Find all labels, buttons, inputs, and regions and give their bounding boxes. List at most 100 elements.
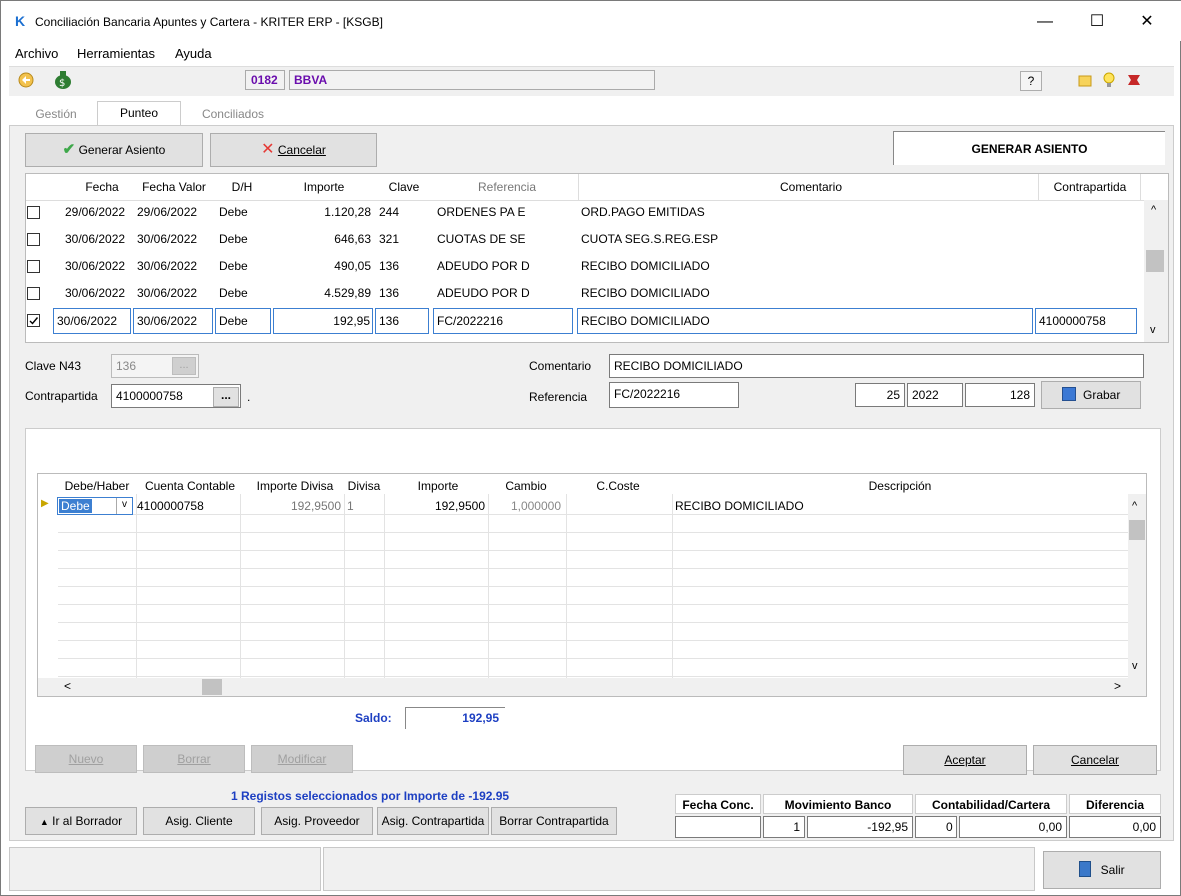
- clave-cell[interactable]: 321: [379, 228, 429, 250]
- grabar-button[interactable]: Grabar: [1041, 381, 1141, 409]
- fecha-valor-cell[interactable]: 30/06/2022: [137, 228, 213, 250]
- col-dh[interactable]: D/H: [218, 174, 266, 200]
- fecha-cell[interactable]: 30/06/2022: [65, 282, 139, 304]
- importe-cell[interactable]: 490,05: [275, 255, 371, 277]
- tab-gestion[interactable]: Gestión: [21, 103, 91, 125]
- dh-cell[interactable]: Debe: [219, 228, 271, 250]
- referencia-cell[interactable]: ADEUDO POR D: [437, 255, 573, 277]
- maximize-button[interactable]: ☐: [1074, 7, 1120, 37]
- comentario-cell[interactable]: RECIBO DOMICILIADO: [581, 282, 1033, 304]
- number-field[interactable]: 128: [965, 383, 1035, 407]
- fecha-valor-cell[interactable]: 30/06/2022: [137, 282, 213, 304]
- clave-browse-button[interactable]: ...: [172, 357, 196, 375]
- comentario-cell[interactable]: ORD.PAGO EMITIDAS: [581, 201, 1033, 223]
- menu-herramientas[interactable]: Herramientas: [77, 46, 155, 61]
- scroll-down-icon[interactable]: v: [1132, 660, 1138, 672]
- money-bag-icon[interactable]: $: [53, 68, 73, 90]
- row-checkbox[interactable]: [27, 206, 40, 219]
- refresh-icon[interactable]: [17, 71, 35, 89]
- asig-cliente-button[interactable]: Asig. Cliente: [143, 807, 255, 835]
- asig-proveedor-button[interactable]: Asig. Proveedor: [261, 807, 373, 835]
- fecha-cell[interactable]: 30/06/2022: [53, 308, 131, 334]
- aceptar-button[interactable]: Aceptar: [903, 745, 1027, 775]
- contrapartida-cell[interactable]: [1039, 282, 1137, 304]
- scroll-up-icon[interactable]: ^: [1132, 500, 1137, 512]
- descripcion-cell[interactable]: RECIBO DOMICILIADO: [675, 495, 804, 517]
- generar-asiento-button[interactable]: ✔ Generar Asiento: [25, 133, 203, 167]
- importe-cell[interactable]: 646,63: [275, 228, 371, 250]
- exit-app-icon[interactable]: [1125, 71, 1143, 89]
- referencia-cell[interactable]: ADEUDO POR D: [437, 282, 573, 304]
- grid2-hscrollbar[interactable]: < >: [38, 678, 1146, 696]
- fecha-cell[interactable]: 30/06/2022: [65, 228, 139, 250]
- lightbulb-icon[interactable]: [1101, 71, 1117, 89]
- col-cuenta[interactable]: Cuenta Contable: [138, 478, 242, 494]
- clave-cell[interactable]: 244: [379, 201, 429, 223]
- referencia-cell[interactable]: CUOTAS DE SE: [437, 228, 573, 250]
- cuenta-cell[interactable]: 4100000758: [137, 495, 204, 517]
- ir-al-borrador-button[interactable]: ▲ Ir al Borrador: [25, 807, 137, 835]
- col-descripcion[interactable]: Descripción: [672, 478, 1128, 494]
- nuevo-button[interactable]: Nuevo: [35, 745, 137, 773]
- importe-cell[interactable]: 1.120,28: [275, 201, 371, 223]
- comentario-cell[interactable]: RECIBO DOMICILIADO: [577, 308, 1033, 334]
- col-fecha-valor[interactable]: Fecha Valor: [138, 174, 210, 200]
- dh-cell[interactable]: Debe: [219, 282, 271, 304]
- row-checkbox[interactable]: [27, 260, 40, 273]
- divisa-cell[interactable]: 1: [347, 495, 354, 517]
- fecha-valor-cell[interactable]: 30/06/2022: [133, 308, 213, 334]
- tab-conciliados[interactable]: Conciliados: [187, 103, 279, 125]
- day-field[interactable]: 25: [855, 383, 905, 407]
- referencia-cell[interactable]: ORDENES PA E: [437, 201, 573, 223]
- col-cambio[interactable]: Cambio: [488, 478, 564, 494]
- referencia-input[interactable]: FC/2022216: [609, 382, 739, 408]
- debe-haber-select[interactable]: Debe v: [57, 497, 133, 515]
- comentario-input[interactable]: RECIBO DOMICILIADO: [609, 354, 1144, 378]
- borrar-contrapartida-button[interactable]: Borrar Contrapartida: [491, 807, 617, 835]
- col-contrapartida[interactable]: Contrapartida: [1040, 174, 1140, 200]
- cancelar-bottom-button[interactable]: Cancelar: [1033, 745, 1157, 775]
- scroll-right-icon[interactable]: >: [1114, 679, 1121, 693]
- close-button[interactable]: ✕: [1124, 7, 1170, 37]
- referencia-cell[interactable]: FC/2022216: [433, 308, 573, 334]
- modificar-button[interactable]: Modificar: [251, 745, 353, 773]
- scroll-left-icon[interactable]: <: [64, 679, 71, 693]
- col-clave[interactable]: Clave N43: [376, 174, 432, 200]
- col-fecha[interactable]: Fecha: [72, 174, 132, 200]
- borrar-button[interactable]: Borrar: [143, 745, 245, 773]
- note-icon[interactable]: [1077, 73, 1093, 89]
- comentario-cell[interactable]: CUOTA SEG.S.REG.ESP: [581, 228, 1033, 250]
- col-debe-haber[interactable]: Debe/Haber: [58, 478, 136, 494]
- col-importe[interactable]: Importe: [276, 174, 372, 200]
- salir-button[interactable]: Salir: [1043, 851, 1161, 889]
- year-field[interactable]: 2022: [907, 383, 963, 407]
- fecha-valor-cell[interactable]: 30/06/2022: [137, 255, 213, 277]
- scroll-thumb[interactable]: [1129, 520, 1145, 540]
- fecha-cell[interactable]: 29/06/2022: [65, 201, 139, 223]
- col-comentario[interactable]: Comentario: [582, 174, 1040, 200]
- contrapartida-cell[interactable]: 4100000758: [1035, 308, 1137, 334]
- col-importe2[interactable]: Importe: [386, 478, 490, 494]
- col-importe-divisa[interactable]: Importe Divisa: [243, 478, 347, 494]
- menu-archivo[interactable]: Archivo: [15, 46, 58, 61]
- contrapartida-cell[interactable]: [1039, 228, 1137, 250]
- importe-cell[interactable]: 192,9500: [385, 495, 485, 517]
- scroll-thumb[interactable]: [202, 679, 222, 695]
- scroll-thumb[interactable]: [1146, 250, 1164, 272]
- contrapartida-cell[interactable]: [1039, 201, 1137, 223]
- scroll-down-icon[interactable]: v: [1150, 324, 1156, 336]
- grid1-scrollbar[interactable]: ^ v: [1144, 200, 1168, 342]
- row-checkbox[interactable]: [27, 314, 40, 327]
- comentario-cell[interactable]: RECIBO DOMICILIADO: [581, 255, 1033, 277]
- grid2-scrollbar[interactable]: ^ v: [1128, 494, 1146, 678]
- help-button[interactable]: ?: [1020, 71, 1042, 91]
- importe-cell[interactable]: 192,95: [273, 308, 373, 334]
- col-divisa[interactable]: Divisa: [344, 478, 384, 494]
- contrapartida-browse-button[interactable]: ...: [213, 387, 239, 407]
- menu-ayuda[interactable]: Ayuda: [175, 46, 212, 61]
- minimize-button[interactable]: —: [1022, 7, 1068, 37]
- contrapartida-cell[interactable]: [1039, 255, 1137, 277]
- fecha-valor-cell[interactable]: 29/06/2022: [137, 201, 213, 223]
- cancelar-top-button[interactable]: ✕ Cancelar: [210, 133, 377, 167]
- importe-cell[interactable]: 4.529,89: [275, 282, 371, 304]
